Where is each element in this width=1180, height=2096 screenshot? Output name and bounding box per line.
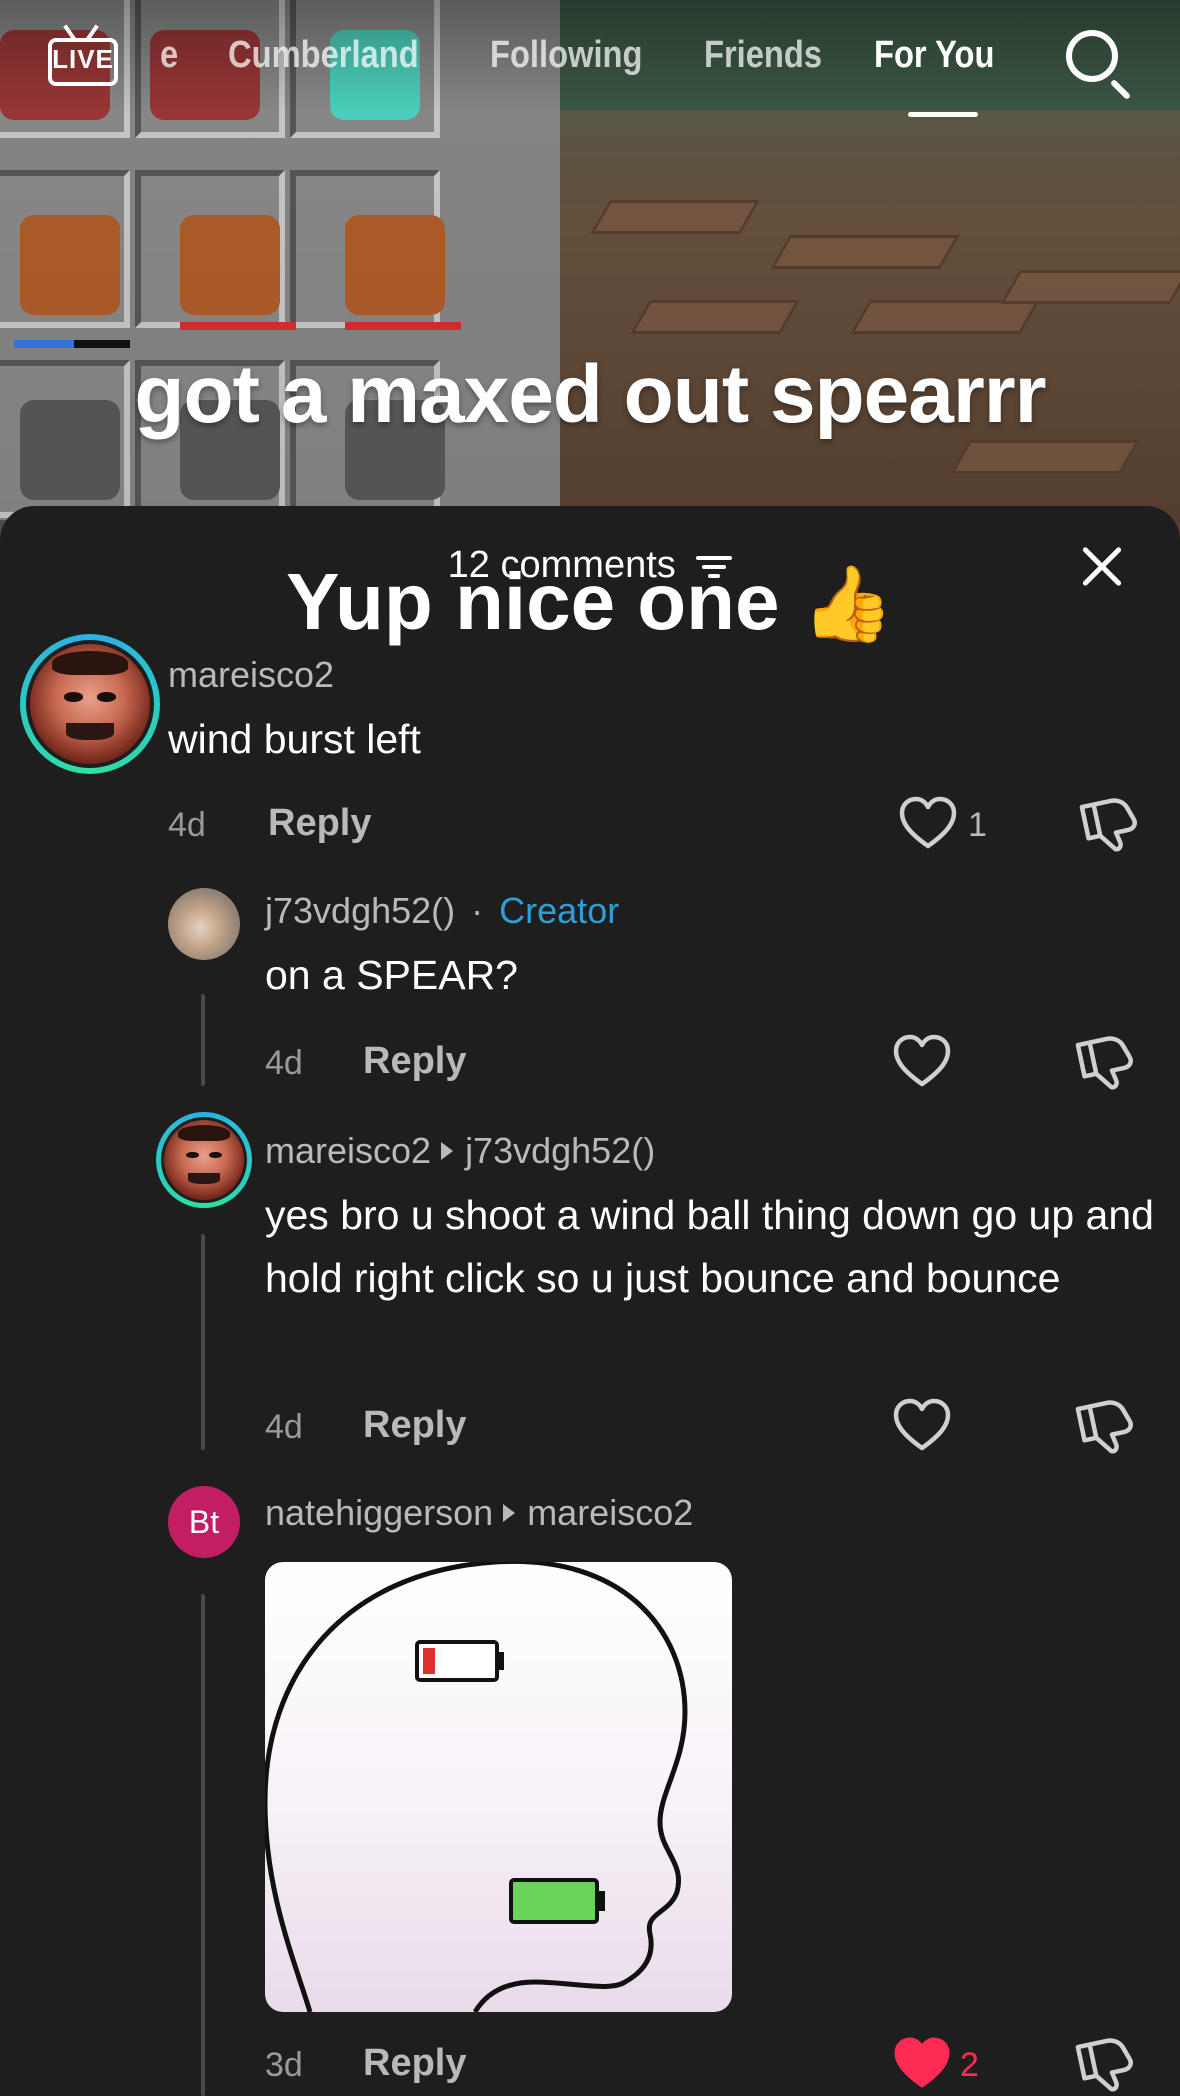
tab-partial[interactable]: e bbox=[160, 34, 178, 77]
thread-line bbox=[201, 994, 205, 1086]
reply-button[interactable]: Reply bbox=[363, 1404, 466, 1447]
thread-line bbox=[201, 1234, 205, 1450]
reply-to-username[interactable]: j73vdgh52() bbox=[465, 1130, 655, 1171]
live-label: LIVE bbox=[52, 44, 114, 74]
reply-text: yes bro u shoot a wind ball thing down g… bbox=[265, 1192, 1154, 1301]
avatar-initials[interactable]: Bt bbox=[168, 1486, 240, 1558]
heart-icon[interactable] bbox=[892, 1396, 952, 1456]
avatar-photo bbox=[26, 640, 154, 768]
reply-age: 3d bbox=[265, 2046, 303, 2084]
video-caption: got a maxed out spearrr bbox=[134, 349, 1046, 440]
thread-line bbox=[201, 1594, 205, 2096]
head-silhouette-image bbox=[265, 1562, 688, 2012]
reply-username-link[interactable]: mareisco2 bbox=[265, 1130, 431, 1171]
reply-button[interactable]: Reply bbox=[268, 802, 371, 845]
top-nav: LIVE e Cumberland Following Friends For … bbox=[0, 0, 1180, 120]
reply-username: mareisco2 j73vdgh52() bbox=[265, 1130, 655, 1172]
active-tab-indicator bbox=[908, 112, 978, 117]
search-button[interactable] bbox=[1064, 28, 1134, 101]
dislike-icon[interactable] bbox=[1074, 1032, 1134, 1092]
reply-age: 4d bbox=[265, 1408, 303, 1446]
dislike-icon[interactable] bbox=[1074, 1396, 1134, 1456]
reply-button[interactable]: Reply bbox=[363, 2042, 466, 2085]
tab-following[interactable]: Following bbox=[490, 34, 642, 77]
reply-arrow-icon bbox=[441, 1142, 454, 1161]
like-count: 1 bbox=[968, 806, 987, 844]
battery-full-icon bbox=[509, 1878, 605, 1924]
heart-icon[interactable] bbox=[892, 1032, 952, 1092]
comment-text: wind burst left bbox=[168, 716, 421, 762]
search-icon-handle bbox=[1109, 78, 1132, 101]
heart-filled-icon[interactable] bbox=[892, 2034, 952, 2094]
battery-low-icon bbox=[415, 1640, 504, 1682]
reply-text: on a SPEAR? bbox=[265, 952, 518, 998]
creator-badge: Creator bbox=[499, 890, 620, 931]
comment-count[interactable]: 12 comments bbox=[0, 544, 1180, 587]
filter-icon[interactable] bbox=[696, 554, 733, 580]
reply-arrow-icon bbox=[503, 1504, 516, 1523]
reply-age: 4d bbox=[265, 1044, 303, 1082]
reply-image-meme[interactable] bbox=[265, 1562, 732, 2012]
username-separator: · bbox=[471, 890, 484, 931]
comment-count-label: 12 comments bbox=[447, 544, 676, 586]
reply-username: natehiggerson mareisco2 bbox=[265, 1492, 693, 1534]
comments-header: 12 comments bbox=[0, 542, 1180, 592]
reply-to-username[interactable]: mareisco2 bbox=[527, 1492, 693, 1533]
comment-age: 4d bbox=[168, 806, 206, 844]
avatar[interactable] bbox=[156, 1112, 252, 1208]
avatar[interactable] bbox=[168, 888, 240, 960]
comment-username[interactable]: mareisco2 bbox=[168, 654, 334, 696]
like-count: 2 bbox=[960, 2046, 979, 2084]
avatar[interactable] bbox=[20, 634, 160, 774]
heart-icon[interactable] bbox=[898, 794, 958, 854]
reply-username: j73vdgh52() · Creator bbox=[265, 890, 619, 932]
avatar-photo bbox=[161, 1117, 247, 1203]
dislike-icon[interactable] bbox=[1074, 2034, 1134, 2094]
reply-username-link[interactable]: j73vdgh52() bbox=[265, 890, 455, 931]
tab-for-you[interactable]: For You bbox=[874, 34, 994, 77]
reply-button[interactable]: Reply bbox=[363, 1040, 466, 1083]
search-icon bbox=[1066, 30, 1118, 82]
dislike-icon[interactable] bbox=[1078, 794, 1138, 854]
tab-cumberland[interactable]: Cumberland bbox=[228, 34, 419, 77]
close-button[interactable] bbox=[1080, 546, 1124, 590]
tab-friends[interactable]: Friends bbox=[704, 34, 822, 77]
reply-username-link[interactable]: natehiggerson bbox=[265, 1492, 493, 1533]
live-button[interactable]: LIVE bbox=[44, 24, 122, 92]
